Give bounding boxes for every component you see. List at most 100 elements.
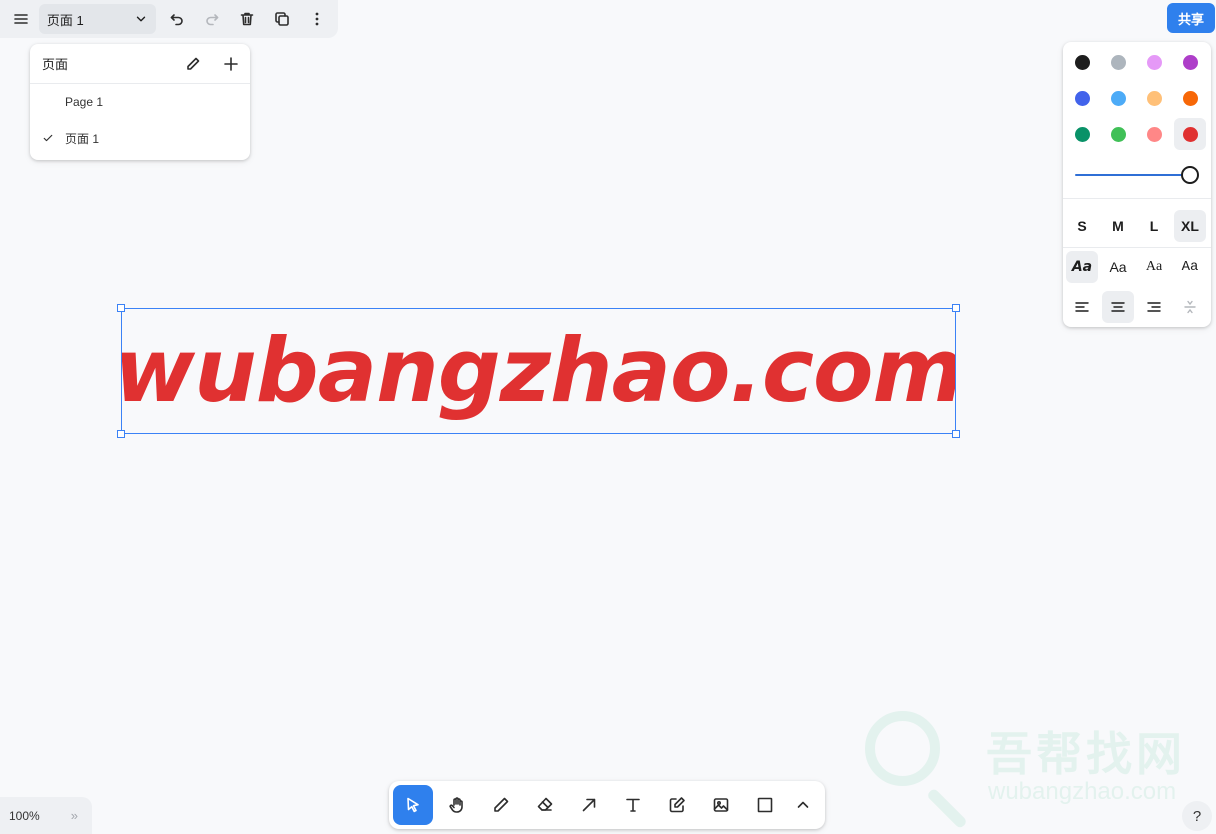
resize-handle-bottom-right[interactable] — [952, 430, 960, 438]
text-tool-button[interactable] — [613, 785, 653, 825]
color-dot — [1146, 54, 1162, 70]
color-swatch-4[interactable] — [1174, 46, 1206, 78]
color-dot — [1074, 90, 1090, 106]
arrow-tool-button[interactable] — [569, 785, 609, 825]
color-dot — [1074, 126, 1090, 142]
vertical-align-button[interactable] — [1174, 291, 1206, 323]
more-tools-button[interactable] — [785, 785, 821, 825]
opacity-slider-track[interactable] — [1075, 174, 1195, 176]
selection-box[interactable] — [117, 304, 960, 438]
more-icon — [315, 12, 318, 26]
arrow-icon — [582, 798, 596, 812]
expand-minimap-button[interactable]: » — [71, 808, 78, 823]
undo-icon — [170, 14, 183, 26]
magnifier-icon — [865, 711, 940, 786]
pencil-icon — [494, 797, 509, 812]
duplicate-button[interactable] — [264, 1, 299, 37]
share-button[interactable]: 共享 — [1167, 3, 1215, 33]
chevron-down-icon — [136, 16, 145, 22]
menu-icon — [14, 14, 29, 24]
chevron-up-icon — [797, 801, 809, 808]
main-menu-button[interactable] — [4, 1, 39, 37]
color-swatch-6[interactable] — [1102, 82, 1134, 114]
watermark-url: wubangzhao.com — [988, 778, 1177, 805]
redo-button[interactable] — [195, 1, 230, 37]
align-right-button[interactable] — [1138, 291, 1170, 323]
pencil-icon — [187, 57, 200, 70]
color-dot — [1182, 54, 1198, 70]
watermark: 吾帮找网 wubangzhao.com — [860, 706, 1190, 830]
color-swatch-2[interactable] — [1102, 46, 1134, 78]
color-swatch-1[interactable] — [1066, 46, 1098, 78]
top-toolbar: 页面 1 — [0, 0, 338, 38]
page-item-label: Page 1 — [65, 95, 104, 109]
size-s-button[interactable]: S — [1066, 210, 1098, 242]
color-dot — [1110, 90, 1126, 106]
select-tool-button[interactable] — [393, 785, 433, 825]
color-dot — [1110, 54, 1126, 70]
watermark-title: 吾帮找网 — [986, 728, 1186, 780]
zoom-level[interactable]: 100% — [9, 809, 40, 823]
page-select-value: 页面 1 — [46, 12, 84, 28]
image-tool-button[interactable] — [701, 785, 741, 825]
resize-handle-top-right[interactable] — [952, 304, 960, 312]
page-item-label: 页面 1 — [65, 131, 100, 146]
color-swatch-12[interactable] — [1174, 118, 1206, 150]
trash-icon — [240, 12, 254, 26]
more-button[interactable] — [299, 1, 334, 37]
opacity-slider-thumb[interactable] — [1181, 166, 1199, 184]
page-select[interactable]: 页面 1 — [38, 4, 156, 34]
help-button[interactable]: ? — [1182, 801, 1212, 831]
style-panel: S M L XL Aa Aa Aa Aa — [1063, 42, 1211, 327]
color-swatch-9[interactable] — [1066, 118, 1098, 150]
font-serif-button[interactable]: Aa — [1138, 251, 1170, 283]
pages-panel-header: 页面 — [30, 44, 250, 84]
color-dot — [1146, 126, 1162, 142]
redo-icon — [206, 14, 219, 26]
align-center-button[interactable] — [1102, 291, 1134, 323]
undo-button[interactable] — [160, 1, 195, 37]
page-item-current[interactable]: 页面 1 — [30, 120, 250, 156]
image-icon — [713, 798, 729, 812]
check-icon — [43, 134, 52, 142]
resize-handle-bottom-left[interactable] — [117, 430, 125, 438]
zoom-bar: 100% » — [0, 797, 92, 834]
eraser-tool-button[interactable] — [525, 785, 565, 825]
draw-tool-button[interactable] — [481, 785, 521, 825]
color-swatch-11[interactable] — [1138, 118, 1170, 150]
hand-tool-button[interactable] — [437, 785, 477, 825]
font-sans-button[interactable]: Aa — [1102, 251, 1134, 283]
size-l-button[interactable]: L — [1138, 210, 1170, 242]
note-tool-button[interactable] — [657, 785, 697, 825]
resize-handle-top-left[interactable] — [117, 304, 125, 312]
color-swatch-3[interactable] — [1138, 46, 1170, 78]
color-dot — [1074, 54, 1090, 70]
text-icon — [626, 798, 640, 812]
note-icon — [669, 797, 685, 813]
color-dot — [1146, 90, 1162, 106]
color-swatch-5[interactable] — [1066, 82, 1098, 114]
pages-panel: 页面 Page 1 页面 1 — [30, 44, 250, 160]
color-dot — [1110, 126, 1126, 142]
color-swatch-10[interactable] — [1102, 118, 1134, 150]
color-swatch-8[interactable] — [1174, 82, 1206, 114]
color-swatch-7[interactable] — [1138, 82, 1170, 114]
rectangle-icon — [757, 797, 773, 813]
page-item-page-1[interactable]: Page 1 — [30, 84, 250, 120]
delete-button[interactable] — [229, 1, 264, 37]
plus-icon — [224, 56, 238, 71]
hand-icon — [449, 797, 463, 813]
edit-pages-button[interactable] — [174, 45, 212, 83]
font-draw-button[interactable]: Aa — [1066, 251, 1098, 283]
rectangle-tool-button[interactable] — [745, 785, 785, 825]
tool-bar — [389, 781, 825, 829]
color-dot — [1182, 90, 1198, 106]
select-icon — [407, 797, 419, 813]
size-m-button[interactable]: M — [1102, 210, 1134, 242]
vertical-align-icon — [1184, 300, 1196, 314]
align-left-button[interactable] — [1066, 291, 1098, 323]
align-left-icon — [1075, 302, 1089, 312]
size-xl-button[interactable]: XL — [1174, 210, 1206, 242]
font-mono-button[interactable]: Aa — [1174, 251, 1206, 283]
add-page-button[interactable] — [212, 45, 250, 83]
